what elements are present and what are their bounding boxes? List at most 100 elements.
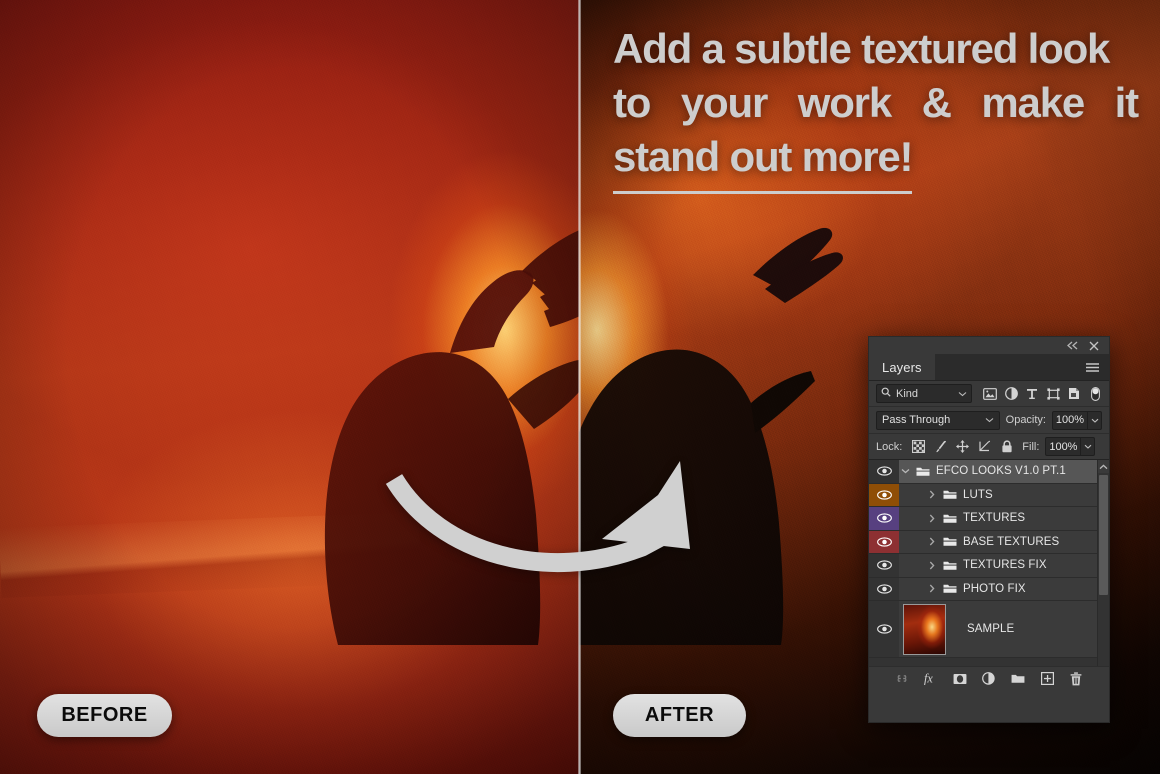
new-adjustment-layer-icon[interactable] — [982, 671, 996, 686]
layer-visibility-toggle[interactable] — [869, 578, 899, 601]
table-row[interactable]: TEXTURES FIX — [869, 554, 1109, 578]
link-layers-icon[interactable] — [895, 672, 909, 686]
layer-name: TEXTURES — [963, 512, 1026, 525]
hamburger-menu-icon[interactable] — [1076, 354, 1109, 380]
layer-visibility-toggle[interactable] — [869, 483, 899, 506]
folder-icon — [943, 560, 958, 571]
fill-field[interactable]: 100% — [1045, 437, 1096, 456]
layer-name: EFCO LOOKS V1.0 PT.1 — [936, 465, 1066, 478]
layer-visibility-toggle[interactable] — [869, 554, 899, 577]
folder-icon — [943, 513, 958, 524]
adjustment-layer-filter-icon[interactable] — [1004, 387, 1018, 401]
headline-word: your — [680, 79, 768, 127]
filter-kind-select[interactable]: Kind — [876, 384, 972, 403]
layer-row-body[interactable]: TEXTURES — [899, 507, 1109, 530]
folder-icon — [943, 489, 958, 500]
layer-thumbnail[interactable] — [903, 603, 946, 655]
layer-visibility-toggle[interactable] — [869, 530, 899, 553]
lock-position-move-icon[interactable] — [956, 440, 970, 453]
fill-stepper-chevron-icon[interactable] — [1080, 438, 1094, 455]
layer-name: SAMPLE — [967, 623, 1015, 635]
chevron-up-icon[interactable] — [1098, 460, 1109, 473]
silhouette-figure-before — [324, 230, 579, 645]
layer-name: PHOTO FIX — [963, 582, 1026, 595]
lock-artboard-icon[interactable] — [978, 440, 991, 453]
scrollbar-thumb[interactable] — [1099, 475, 1108, 595]
filter-toggle-switch[interactable] — [1088, 386, 1102, 401]
panel-titlebar — [869, 337, 1109, 354]
search-icon — [881, 387, 891, 400]
layer-row-body[interactable]: TEXTURES FIX — [899, 554, 1109, 577]
eye-icon — [876, 466, 892, 476]
table-row[interactable]: TEXTURES — [869, 507, 1109, 531]
table-row[interactable]: EFCO LOOKS V1.0 PT.1 — [869, 460, 1109, 484]
before-after-divider — [578, 0, 581, 774]
add-layer-mask-icon[interactable] — [953, 672, 967, 686]
tab-layers[interactable]: Layers — [869, 354, 935, 380]
smart-object-filter-icon[interactable] — [1067, 387, 1081, 401]
lock-label: Lock: — [876, 440, 903, 453]
headline-word: make — [981, 79, 1085, 127]
layer-visibility-toggle[interactable] — [869, 507, 899, 530]
shape-layer-filter-icon[interactable] — [1046, 387, 1060, 401]
table-row[interactable]: BASE TEXTURES — [869, 530, 1109, 554]
delete-layer-trash-icon[interactable] — [1069, 671, 1083, 686]
eye-icon — [876, 584, 892, 594]
pixel-layer-filter-icon[interactable] — [983, 387, 997, 401]
eye-icon — [876, 624, 892, 634]
new-layer-icon[interactable] — [1040, 672, 1054, 686]
layer-style-fx-icon[interactable]: fx — [924, 672, 938, 686]
filter-row: Kind — [869, 381, 1109, 407]
chevron-down-icon[interactable] — [899, 468, 911, 474]
blend-mode-value: Pass Through — [882, 414, 951, 426]
new-group-folder-icon[interactable] — [1011, 672, 1025, 686]
lock-transparency-icon[interactable] — [912, 440, 926, 453]
layer-name: BASE TEXTURES — [963, 535, 1060, 548]
film-grain-before — [0, 0, 579, 774]
layer-list-scrollbar[interactable] — [1097, 460, 1109, 666]
layer-row-body[interactable]: EFCO LOOKS V1.0 PT.1 — [899, 460, 1109, 483]
blend-mode-row: Pass Through Opacity: 100% — [869, 407, 1109, 434]
chevron-down-icon — [985, 414, 994, 426]
tabbar-spacer — [935, 354, 1076, 380]
close-icon[interactable] — [1088, 340, 1100, 352]
folder-icon — [943, 536, 958, 547]
chevron-right-icon[interactable] — [926, 490, 938, 499]
vignette-before — [0, 0, 579, 774]
double-chevron-left-icon[interactable] — [1066, 340, 1079, 351]
filter-kind-label: Kind — [896, 387, 919, 400]
chevron-right-icon[interactable] — [926, 537, 938, 546]
chevron-right-icon[interactable] — [926, 561, 938, 570]
lock-all-padlock-icon[interactable] — [1000, 440, 1013, 453]
panel-footer-toolbar: fx — [869, 666, 1109, 690]
layer-row-body[interactable]: SAMPLE — [899, 601, 1109, 657]
layer-visibility-toggle[interactable] — [869, 460, 899, 483]
layer-row-body[interactable]: LUTS — [899, 483, 1109, 506]
table-row[interactable]: LUTS — [869, 483, 1109, 507]
lock-icon-group — [912, 440, 1013, 453]
eye-icon — [876, 490, 892, 500]
table-row[interactable]: SAMPLE — [869, 601, 1109, 658]
headline-word: to — [613, 79, 651, 127]
eye-icon — [876, 513, 892, 523]
layer-row-body[interactable]: BASE TEXTURES — [899, 530, 1109, 553]
layer-row-body[interactable]: PHOTO FIX — [899, 577, 1109, 600]
headline: Add a subtle textured look to your work … — [613, 22, 1139, 194]
chevron-right-icon[interactable] — [926, 584, 938, 593]
comparison-stage: Add a subtle textured look to your work … — [0, 0, 1160, 774]
headline-word: & — [921, 79, 952, 127]
layer-visibility-toggle[interactable] — [869, 601, 899, 657]
headline-line-3: stand out more! — [613, 130, 914, 194]
opacity-field[interactable]: 100% — [1052, 410, 1102, 430]
folder-open-icon — [916, 466, 931, 477]
type-layer-filter-icon[interactable] — [1025, 387, 1039, 401]
opacity-stepper-chevron-icon[interactable] — [1087, 411, 1101, 429]
panel-tabbar: Layers — [869, 354, 1109, 381]
lock-image-brush-icon[interactable] — [934, 440, 947, 453]
table-row[interactable]: PHOTO FIX — [869, 577, 1109, 601]
before-badge: BEFORE — [37, 694, 172, 737]
opacity-label: Opacity: — [1005, 414, 1046, 426]
layers-panel: Layers Kind Pass Through Opacity: 100% L… — [868, 336, 1110, 723]
blend-mode-select[interactable]: Pass Through — [876, 410, 1000, 430]
chevron-right-icon[interactable] — [926, 514, 938, 523]
